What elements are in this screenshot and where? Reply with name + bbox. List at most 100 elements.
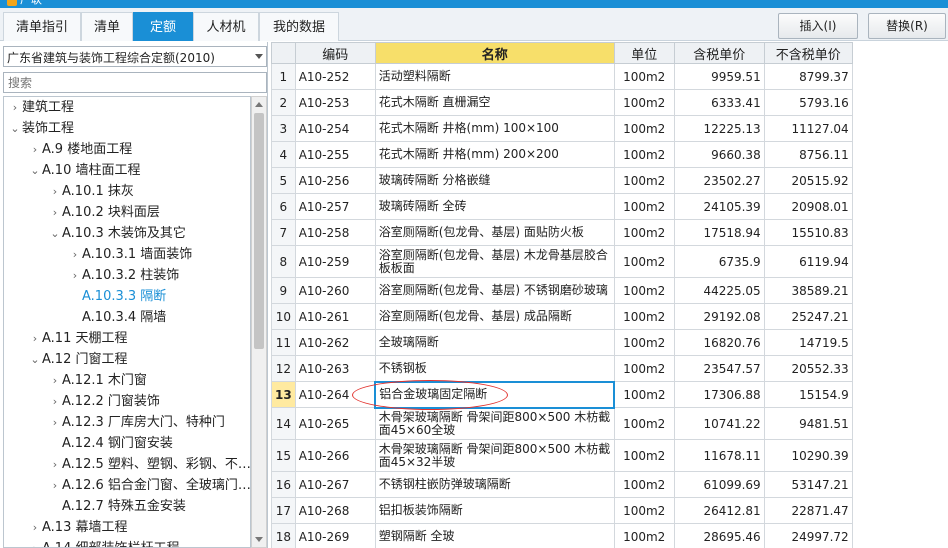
table-row[interactable]: 13 A10-264 铝合金玻璃固定隔断 100m2 17306.88 15154.9	[271, 380, 853, 409]
tree-node[interactable]: A.12.7 特殊五金安装	[48, 496, 186, 517]
table-row[interactable]: 11 A10-262 全玻璃隔断 100m2 16820.76 14719.5	[271, 329, 853, 356]
no-tax-price-cell[interactable]: 6119.94	[763, 245, 853, 278]
tree-node[interactable]: ⌄ 装饰工程	[8, 118, 74, 139]
tree-node[interactable]: ⌄ A.10 墙柱面工程	[28, 160, 140, 181]
tax-price-cell[interactable]: 23502.27	[673, 167, 765, 194]
chevron-right-icon[interactable]: ›	[48, 475, 62, 496]
unit-cell[interactable]: 100m2	[613, 89, 675, 116]
tax-price-cell[interactable]: 9959.51	[673, 63, 765, 90]
name-cell[interactable]: 不锈钢柱嵌防弹玻璃隔断	[374, 471, 615, 498]
tree-node[interactable]: › A.10.3.1 墙面装饰	[68, 244, 192, 265]
table-row[interactable]: 3 A10-254 花式木隔断 井格(mm) 100×100 100m2 12225.1…	[271, 115, 853, 142]
table-row[interactable]: 10 A10-261 浴室厕隔断(包龙骨、基层) 成品隔断 100m2 29192.08…	[271, 303, 853, 330]
tax-price-cell[interactable]: 17306.88	[673, 381, 765, 408]
row-number[interactable]: 8	[271, 245, 296, 278]
table-row[interactable]: 7 A10-258 浴室厕隔断(包龙骨、基层) 面贴防火板 100m2 17518.94…	[271, 219, 853, 246]
unit-cell[interactable]: 100m2	[613, 63, 675, 90]
chevron-right-icon[interactable]: ›	[68, 265, 82, 286]
table-row[interactable]: 14 A10-265 木骨架玻璃隔断 骨架间距800×500 木枋截面45×60全玻…	[271, 407, 853, 440]
no-tax-price-cell[interactable]: 25247.21	[763, 303, 853, 330]
unit-cell[interactable]: 100m2	[613, 167, 675, 194]
no-tax-price-cell[interactable]: 20515.92	[763, 167, 853, 194]
row-number[interactable]: 10	[271, 303, 296, 330]
row-number[interactable]: 7	[271, 219, 296, 246]
row-number[interactable]: 17	[271, 497, 296, 524]
row-number[interactable]: 2	[271, 89, 296, 116]
no-tax-price-header[interactable]: 不含税单价	[763, 42, 853, 64]
code-cell[interactable]: A10-265	[294, 407, 376, 440]
name-cell[interactable]: 浴室厕隔断(包龙骨、基层) 成品隔断	[374, 303, 615, 330]
tax-price-cell[interactable]: 24105.39	[673, 193, 765, 220]
scroll-thumb[interactable]	[254, 113, 264, 349]
name-cell[interactable]: 浴室厕隔断(包龙骨、基层) 不锈钢磨砂玻璃	[374, 277, 615, 304]
name-cell[interactable]: 花式木隔断 直栅漏空	[374, 89, 615, 116]
unit-cell[interactable]: 100m2	[613, 219, 675, 246]
code-cell[interactable]: A10-254	[294, 115, 376, 142]
tree-node[interactable]: ›A.14 细部装饰栏杆工程	[28, 538, 180, 547]
no-tax-price-cell[interactable]: 8799.37	[763, 63, 853, 90]
tax-price-cell[interactable]: 17518.94	[673, 219, 765, 246]
chevron-right-icon[interactable]: ›	[48, 202, 62, 223]
chevron-right-icon[interactable]: ›	[28, 517, 42, 538]
table-row[interactable]: 9 A10-260 浴室厕隔断(包龙骨、基层) 不锈钢磨砂玻璃 100m2 44225.…	[271, 277, 853, 304]
chevron-right-icon[interactable]: ›	[8, 97, 22, 118]
row-number[interactable]: 14	[271, 407, 296, 440]
chevron-right-icon[interactable]: ›	[68, 244, 82, 265]
chevron-right-icon[interactable]: ›	[48, 370, 62, 391]
name-cell[interactable]: 花式木隔断 井格(mm) 100×100	[374, 115, 615, 142]
table-row[interactable]: 18 A10-269 塑钢隔断 全玻 100m2 28695.46 24997.72	[271, 523, 853, 548]
no-tax-price-cell[interactable]: 11127.04	[763, 115, 853, 142]
no-tax-price-cell[interactable]: 10290.39	[763, 439, 853, 472]
no-tax-price-cell[interactable]: 15510.83	[763, 219, 853, 246]
code-cell[interactable]: A10-258	[294, 219, 376, 246]
row-number[interactable]: 15	[271, 439, 296, 472]
tax-price-cell[interactable]: 9660.38	[673, 141, 765, 168]
code-cell[interactable]: A10-255	[294, 141, 376, 168]
tab-bill[interactable]: 清单	[81, 12, 133, 41]
no-tax-price-cell[interactable]: 53147.21	[763, 471, 853, 498]
tax-price-cell[interactable]: 23547.57	[673, 355, 765, 382]
row-number[interactable]: 12	[271, 355, 296, 382]
chevron-down-icon[interactable]: ⌄	[28, 160, 42, 181]
name-cell[interactable]: 浴室厕隔断(包龙骨、基层) 面贴防火板	[374, 219, 615, 246]
name-cell[interactable]: 铝扣板装饰隔断	[374, 497, 615, 524]
unit-cell[interactable]: 100m2	[613, 523, 675, 548]
unit-cell[interactable]: 100m2	[613, 193, 675, 220]
unit-cell[interactable]: 100m2	[613, 497, 675, 524]
name-cell[interactable]: 不锈钢板	[374, 355, 615, 382]
row-number[interactable]: 4	[271, 141, 296, 168]
table-row[interactable]: 15 A10-266 木骨架玻璃隔断 骨架间距800×500 木枋截面45×32半玻…	[271, 439, 853, 472]
tab-quota[interactable]: 定额	[133, 12, 193, 41]
tree-node[interactable]: › A.9 楼地面工程	[28, 139, 132, 160]
chevron-right-icon[interactable]: ›	[48, 454, 62, 475]
code-cell[interactable]: A10-256	[294, 167, 376, 194]
name-cell[interactable]: 活动塑料隔断	[374, 63, 615, 90]
unit-cell[interactable]: 100m2	[613, 355, 675, 382]
name-cell[interactable]: 全玻璃隔断	[374, 329, 615, 356]
name-cell[interactable]: 塑钢隔断 全玻	[374, 523, 615, 548]
tax-price-cell[interactable]: 44225.05	[673, 277, 765, 304]
unit-cell[interactable]: 100m2	[613, 277, 675, 304]
tree-node[interactable]: › A.12.6 铝合金门窗、全玻璃门…	[48, 475, 250, 496]
unit-cell[interactable]: 100m2	[613, 407, 675, 440]
tree-node[interactable]: ⌄ A.12 门窗工程	[28, 349, 127, 370]
code-cell[interactable]: A10-252	[294, 63, 376, 90]
code-cell[interactable]: A10-263	[294, 355, 376, 382]
tree-node[interactable]: › A.12.2 门窗装饰	[48, 391, 160, 412]
row-number[interactable]: 6	[271, 193, 296, 220]
no-tax-price-cell[interactable]: 15154.9	[763, 381, 853, 408]
tax-price-cell[interactable]: 11678.11	[673, 439, 765, 472]
no-tax-price-cell[interactable]: 20908.01	[763, 193, 853, 220]
tax-price-cell[interactable]: 6333.41	[673, 89, 765, 116]
code-cell[interactable]: A10-260	[294, 277, 376, 304]
table-row[interactable]: 1 A10-252 活动塑料隔断 100m2 9959.51 8799.37	[271, 63, 853, 90]
row-number[interactable]: 13	[271, 381, 296, 408]
tree-node[interactable]: › A.10.2 块料面层	[48, 202, 160, 223]
unit-header[interactable]: 单位	[613, 42, 675, 64]
code-cell[interactable]: A10-264	[294, 381, 376, 408]
chevron-right-icon[interactable]: ›	[28, 139, 42, 160]
name-cell[interactable]: 铝合金玻璃固定隔断	[374, 380, 616, 409]
tree-node[interactable]: › A.12.5 塑料、塑钢、彩钢、不…	[48, 454, 250, 475]
tree-node[interactable]: A.10.3.4 隔墙	[68, 307, 166, 328]
row-number[interactable]: 9	[271, 277, 296, 304]
